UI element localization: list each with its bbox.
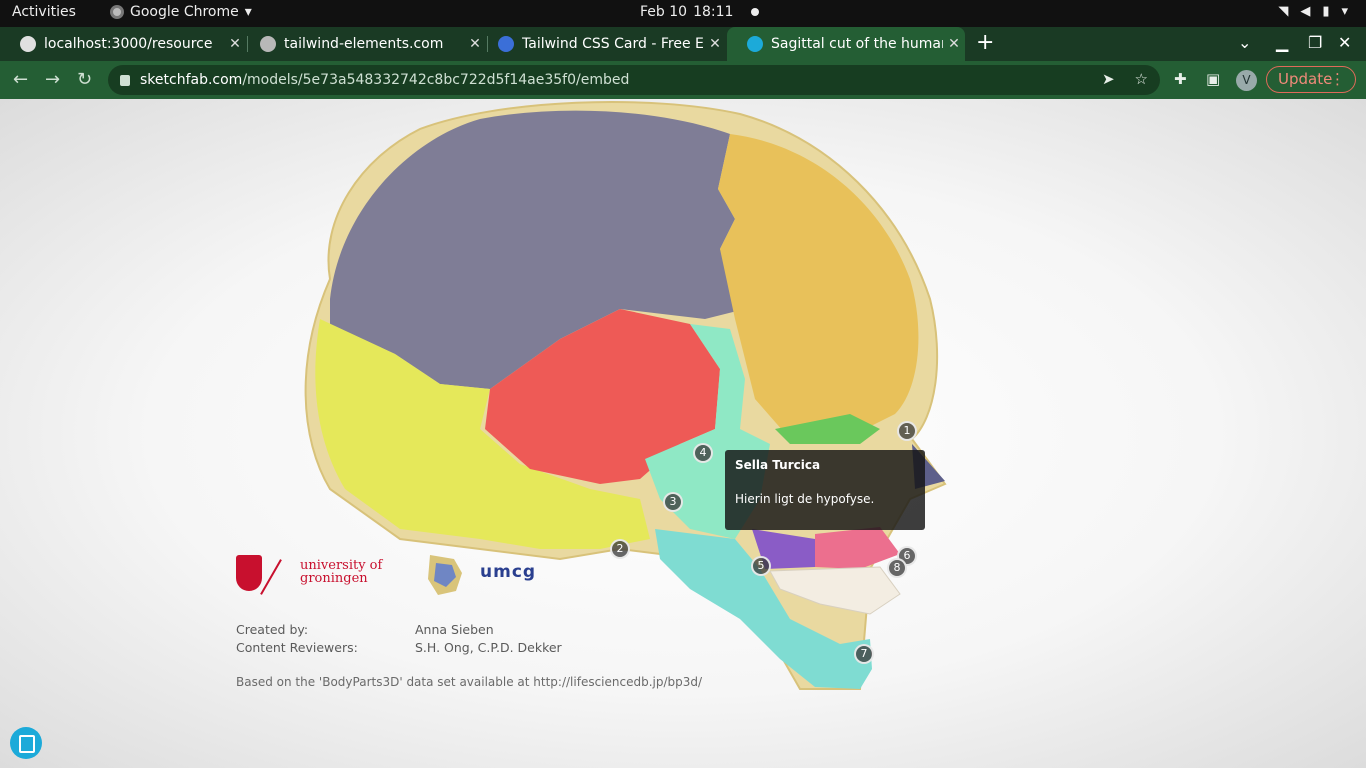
rug-logo: university of groningen — [236, 551, 386, 597]
activities-button[interactable]: Activities — [12, 4, 76, 20]
clock[interactable]: Feb 10 18:11 — [640, 4, 760, 20]
globe-icon — [260, 36, 276, 52]
created-by-value: Anna Sieben — [415, 622, 494, 637]
data-source-note: Based on the 'BodyParts3D' data set avai… — [236, 675, 703, 689]
avatar[interactable]: V — [1236, 70, 1257, 91]
time: 18:11 — [693, 4, 734, 20]
hotspot-7[interactable]: 7 — [854, 644, 874, 664]
tooltip-title: Sella Turcica — [735, 458, 821, 472]
chrome-icon — [110, 5, 124, 19]
tab-localhost[interactable]: localhost:3000/resource ✕ — [0, 27, 246, 61]
tab-tailwind-elements[interactable]: tailwind-elements.com ✕ — [240, 27, 486, 61]
new-tab-icon[interactable]: + — [976, 30, 994, 55]
close-window-icon[interactable]: ✕ — [1338, 33, 1351, 52]
reviewers-value: S.H. Ong, C.P.D. Dekker — [415, 640, 562, 655]
hotspot-1[interactable]: 1 — [897, 421, 917, 441]
browser-toolbar: ← → ↻ sketchfab.com /models/5e73a5483327… — [0, 61, 1366, 99]
lock-icon — [120, 74, 130, 86]
globe-icon — [20, 36, 36, 52]
rug-crest-icon — [236, 555, 262, 591]
sketchfab-viewer[interactable]: 1 2 3 4 5 6 7 8 Sella Turcica Hierin lig… — [0, 99, 1366, 768]
chevron-down-icon: ▾ — [244, 4, 252, 20]
date: Feb 10 — [640, 4, 688, 20]
system-tray[interactable]: ◥ ◀ ▮ ▾ — [1278, 4, 1348, 19]
sketchfab-logo-icon[interactable] — [10, 727, 42, 759]
tab-search-icon[interactable]: ⌄ — [1238, 33, 1251, 52]
created-by-label: Created by: — [236, 622, 309, 637]
annotation-tooltip: Sella Turcica Hierin ligt de hypofyse. — [725, 450, 925, 530]
restore-icon[interactable]: ❐ — [1308, 33, 1322, 52]
send-icon[interactable]: ➤ — [1102, 70, 1115, 88]
notification-dot-icon — [751, 8, 760, 16]
update-button[interactable]: Update ⋮ — [1266, 66, 1356, 93]
app-name: Google Chrome — [130, 4, 239, 20]
close-icon[interactable]: ✕ — [704, 36, 726, 52]
tab-sagittal-cut[interactable]: Sagittal cut of the human ✕ — [727, 27, 965, 61]
kebab-menu-icon[interactable]: ⋮ — [1330, 67, 1345, 92]
hotspot-5[interactable]: 5 — [751, 556, 771, 576]
address-bar[interactable]: sketchfab.com /models/5e73a548332742c8bc… — [108, 65, 1160, 95]
url-host: sketchfab.com — [140, 72, 243, 88]
rug-slash — [260, 559, 282, 595]
battery-icon: ▮ — [1322, 4, 1330, 19]
reload-icon[interactable]: ↻ — [77, 69, 92, 90]
hotspot-8[interactable]: 8 — [887, 558, 907, 578]
forward-arrow-icon[interactable]: → — [45, 69, 60, 90]
umcg-mark-icon — [428, 555, 462, 595]
hotspot-2[interactable]: 2 — [610, 539, 630, 559]
skull-model[interactable] — [0, 99, 1366, 768]
credits-row-created: Created by: Anna Sieben — [236, 621, 562, 639]
tab-title: localhost:3000/resource — [44, 36, 213, 52]
url-path: /models/5e73a548332742c8bc722d5f14ae35f0… — [242, 72, 630, 88]
tailwind-elements-icon — [498, 36, 514, 52]
chevron-down-icon: ▾ — [1341, 4, 1348, 19]
volume-icon: ◀ — [1300, 4, 1311, 19]
side-panel-icon[interactable]: ▣ — [1206, 70, 1220, 88]
back-arrow-icon[interactable]: ← — [13, 69, 28, 90]
tooltip-text: Hierin ligt de hypofyse. — [735, 492, 875, 506]
rug-wordmark: university of groningen — [300, 559, 382, 585]
app-menu[interactable]: Google Chrome ▾ — [110, 4, 252, 20]
tab-strip: localhost:3000/resource ✕ tailwind-eleme… — [0, 27, 1366, 61]
minimize-icon[interactable]: ▁ — [1276, 33, 1288, 52]
sketchfab-icon — [747, 36, 763, 52]
tab-title: Tailwind CSS Card - Free E — [522, 36, 704, 52]
tab-tailwind-card[interactable]: Tailwind CSS Card - Free E ✕ — [478, 27, 726, 61]
credits: Created by: Anna Sieben Content Reviewer… — [236, 621, 562, 657]
tab-title: tailwind-elements.com — [284, 36, 444, 52]
hotspot-4[interactable]: 4 — [693, 443, 713, 463]
update-label: Update — [1278, 70, 1333, 88]
rug-line-2: groningen — [300, 571, 368, 586]
wifi-icon: ◥ — [1278, 4, 1289, 19]
close-icon[interactable]: ✕ — [943, 36, 965, 52]
credits-row-reviewers: Content Reviewers: S.H. Ong, C.P.D. Dekk… — [236, 639, 562, 657]
umcg-wordmark: umcg — [480, 562, 537, 582]
extensions-icon[interactable]: ✚ — [1174, 70, 1187, 88]
system-top-bar: Activities Google Chrome ▾ Feb 10 18:11 … — [0, 0, 1366, 27]
tab-title: Sagittal cut of the human — [771, 36, 943, 52]
bookmark-star-icon[interactable]: ☆ — [1135, 70, 1148, 88]
reviewers-label: Content Reviewers: — [236, 640, 358, 655]
hotspot-3[interactable]: 3 — [663, 492, 683, 512]
